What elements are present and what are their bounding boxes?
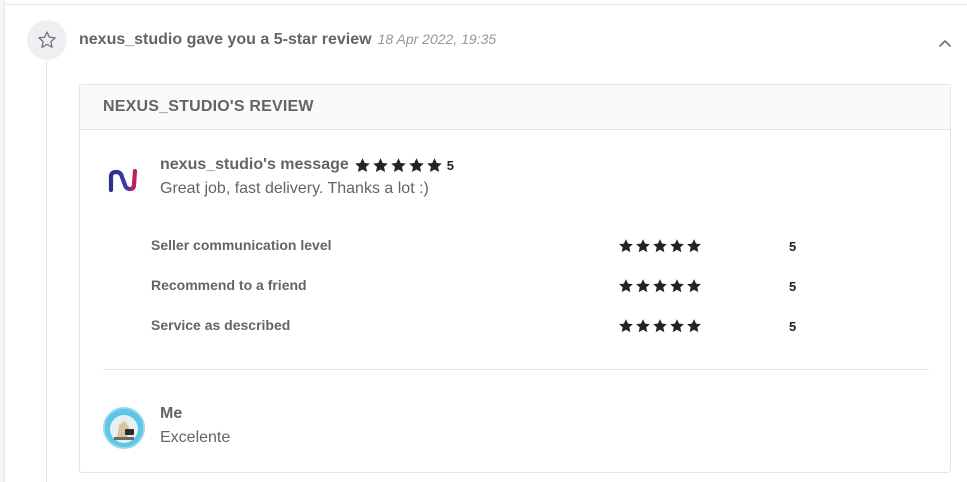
seller-message-heading: nexus_studio's message 5 [160, 156, 454, 174]
rating-value: 5 [789, 319, 797, 334]
star-filled-icon [670, 319, 684, 333]
star-filled-icon [636, 279, 650, 293]
star-outline-icon [38, 31, 56, 48]
notification-badge [27, 20, 67, 60]
collapse-button[interactable] [937, 36, 953, 50]
star-filled-icon [619, 279, 633, 293]
notification-title-text: nexus_studio gave you a 5-star review [79, 31, 372, 48]
nexus-logo-icon [108, 168, 138, 193]
seller-rating-value: 5 [446, 157, 455, 173]
chevron-up-icon [939, 40, 951, 47]
seller-message-title: nexus_studio's message [160, 156, 349, 173]
star-filled-icon [687, 279, 701, 293]
timeline-line [46, 60, 47, 482]
notification-date: 18 Apr 2022, 19:35 [377, 31, 497, 47]
left-panel-edge [0, 0, 5, 482]
rating-stars [618, 318, 702, 334]
avatar [103, 407, 145, 449]
rating-value: 5 [789, 279, 797, 294]
notification-title: nexus_studio gave you a 5-star review 18 … [79, 31, 496, 49]
rating-stars [618, 238, 702, 254]
reply-divider [103, 369, 929, 370]
seller-stars [354, 157, 443, 174]
avatar-image-icon [105, 409, 143, 447]
rating-value: 5 [789, 239, 797, 254]
rating-row: Service as described 5 [151, 316, 796, 336]
star-filled-icon [653, 319, 667, 333]
star-filled-icon [426, 157, 442, 172]
rating-label: Service as described [151, 317, 291, 333]
review-header: NEXUS_STUDIO'S REVIEW [80, 85, 950, 130]
rating-label: Recommend to a friend [151, 277, 307, 293]
star-filled-icon [687, 319, 701, 333]
rating-row: Seller communication level 5 [151, 236, 796, 256]
star-filled-icon [670, 239, 684, 253]
reply-author: Me [160, 405, 183, 422]
seller-logo [103, 161, 143, 201]
star-filled-icon [636, 239, 650, 253]
star-filled-icon [408, 157, 424, 172]
reply-text: Excelente [160, 429, 231, 446]
star-filled-icon [354, 157, 370, 172]
seller-message-text: Great job, fast delivery. Thanks a lot :… [160, 180, 429, 197]
review-card: NEXUS_STUDIO'S REVIEW nexus_studio's mes… [79, 84, 951, 473]
star-filled-icon [390, 157, 406, 172]
star-filled-icon [619, 319, 633, 333]
star-filled-icon [687, 239, 701, 253]
star-filled-icon [372, 157, 388, 172]
star-filled-icon [653, 239, 667, 253]
star-filled-icon [619, 239, 633, 253]
star-filled-icon [670, 279, 684, 293]
rating-stars [618, 278, 702, 294]
rating-row: Recommend to a friend 5 [151, 276, 796, 296]
star-filled-icon [653, 279, 667, 293]
top-divider [4, 4, 967, 5]
star-filled-icon [636, 319, 650, 333]
rating-label: Seller communication level [151, 237, 332, 253]
